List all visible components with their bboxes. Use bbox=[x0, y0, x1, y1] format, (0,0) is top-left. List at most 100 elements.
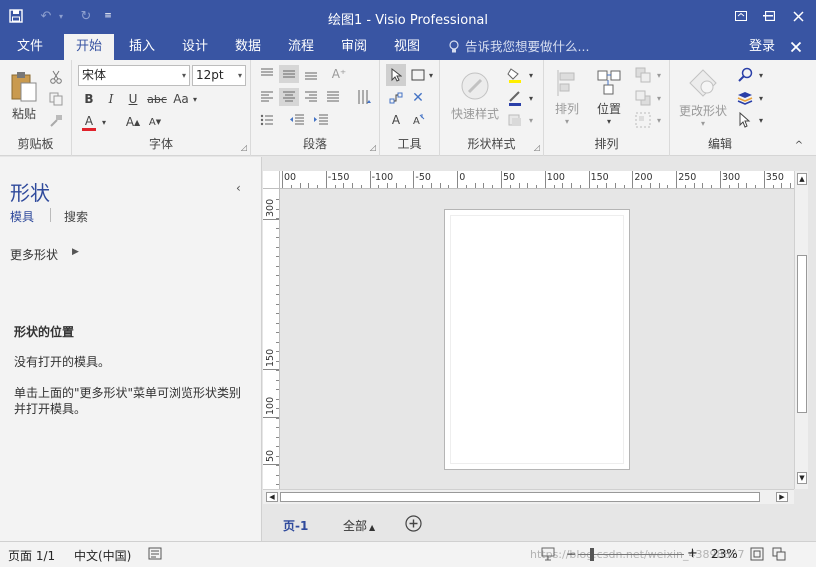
more-shapes-menu[interactable]: 更多形状 bbox=[10, 246, 58, 263]
font-size-select[interactable]: 12pt ▾ bbox=[192, 65, 246, 86]
pointer-tool-icon[interactable] bbox=[386, 64, 406, 86]
vertical-ruler[interactable]: 300150100500 bbox=[263, 189, 280, 489]
decrease-indent-icon[interactable] bbox=[287, 111, 307, 129]
switch-windows-icon[interactable] bbox=[772, 547, 786, 561]
collapse-ribbon-icon[interactable]: ^ bbox=[792, 138, 806, 152]
scroll-right-icon[interactable]: ▶ bbox=[776, 492, 788, 502]
bring-to-front-dropdown-icon[interactable]: ▾ bbox=[654, 65, 664, 85]
tab-home[interactable]: 开始 bbox=[64, 34, 114, 60]
shape-styles-dialog-launcher-icon[interactable]: ◿ bbox=[534, 143, 540, 152]
send-to-back-icon[interactable] bbox=[632, 88, 654, 108]
tell-me-box[interactable]: 告诉我您想要做什么... bbox=[465, 34, 589, 60]
language-status[interactable]: 中文(中国) bbox=[74, 547, 131, 564]
zoom-out-icon[interactable]: − bbox=[566, 547, 576, 561]
paragraph-dialog-launcher-icon[interactable]: ◿ bbox=[370, 143, 376, 152]
group-shapes-dropdown-icon[interactable]: ▾ bbox=[654, 110, 664, 130]
tab-insert[interactable]: 插入 bbox=[120, 34, 164, 60]
zoom-level[interactable]: 23% bbox=[711, 547, 738, 561]
connection-point-icon[interactable]: ✕ bbox=[408, 88, 428, 108]
tab-design[interactable]: 设计 bbox=[173, 34, 217, 60]
tab-search[interactable]: 搜索 bbox=[64, 208, 88, 225]
rectangle-tool-icon[interactable] bbox=[408, 66, 428, 84]
justify-icon[interactable] bbox=[323, 88, 343, 106]
layers-dropdown-icon[interactable]: ▾ bbox=[756, 88, 766, 108]
ribbon-display-options-icon[interactable] bbox=[728, 4, 754, 28]
effects-icon[interactable] bbox=[504, 110, 526, 130]
scroll-down-icon[interactable]: ▼ bbox=[797, 472, 807, 484]
change-shape-button[interactable]: 更改形状 ▾ bbox=[674, 64, 732, 130]
fill-icon[interactable] bbox=[504, 65, 526, 85]
horizontal-scrollbar[interactable]: ◀ ▶ bbox=[263, 489, 794, 504]
text-tool-button[interactable]: A bbox=[386, 110, 406, 130]
vertical-scroll-thumb[interactable] bbox=[797, 255, 807, 413]
line-icon[interactable] bbox=[504, 88, 526, 108]
fill-dropdown-icon[interactable]: ▾ bbox=[526, 65, 536, 85]
align-top-icon[interactable] bbox=[257, 65, 277, 83]
tab-view[interactable]: 视图 bbox=[385, 34, 429, 60]
change-case-button[interactable]: Aa bbox=[170, 89, 192, 109]
cut-icon[interactable] bbox=[44, 68, 68, 86]
bullets-icon[interactable] bbox=[257, 111, 277, 129]
zoom-in-icon[interactable]: + bbox=[687, 546, 698, 561]
scroll-left-icon[interactable]: ◀ bbox=[266, 492, 278, 502]
find-dropdown-icon[interactable]: ▾ bbox=[756, 65, 766, 85]
shrink-font-button[interactable]: A ▼ bbox=[146, 112, 164, 132]
italic-button[interactable]: I bbox=[102, 89, 120, 109]
layers-icon[interactable] bbox=[734, 88, 756, 108]
grow-font-button[interactable]: A ▲ bbox=[124, 112, 142, 132]
font-color-button[interactable]: A bbox=[80, 112, 98, 132]
group-shapes-icon[interactable] bbox=[632, 110, 654, 130]
tab-data[interactable]: 数据 bbox=[226, 34, 270, 60]
align-right-icon[interactable] bbox=[301, 88, 321, 106]
tab-process[interactable]: 流程 bbox=[279, 34, 323, 60]
zoom-slider-thumb[interactable] bbox=[590, 548, 594, 561]
tab-file[interactable]: 文件 bbox=[8, 34, 52, 60]
all-pages-menu[interactable]: 全部 ▲ bbox=[343, 517, 375, 534]
text-rotate-icon[interactable]: A⁺ bbox=[329, 65, 349, 83]
paste-button[interactable]: 粘贴 bbox=[6, 66, 42, 126]
rectangle-tool-dropdown-icon[interactable]: ▾ bbox=[426, 66, 436, 84]
increase-indent-icon[interactable] bbox=[311, 111, 331, 129]
sign-in-link[interactable]: 登录 bbox=[742, 34, 782, 60]
format-painter-icon[interactable] bbox=[44, 112, 68, 130]
page-tab-1[interactable]: 页-1 bbox=[283, 517, 308, 534]
add-page-icon[interactable] bbox=[405, 515, 422, 532]
font-color-dropdown-icon[interactable]: ▾ bbox=[99, 112, 109, 132]
effects-dropdown-icon[interactable]: ▾ bbox=[526, 110, 536, 130]
collapse-pane-icon[interactable]: ‹ bbox=[236, 181, 241, 195]
align-middle-icon[interactable] bbox=[279, 65, 299, 83]
bring-to-front-icon[interactable] bbox=[632, 65, 654, 85]
find-icon[interactable] bbox=[734, 65, 756, 85]
align-bottom-icon[interactable] bbox=[301, 65, 321, 83]
fit-page-icon[interactable] bbox=[750, 547, 764, 561]
align-center-icon[interactable] bbox=[279, 88, 299, 106]
scroll-up-icon[interactable]: ▲ bbox=[797, 173, 807, 185]
underline-button[interactable]: U bbox=[124, 89, 142, 109]
page-number-status[interactable]: 页面 1/1 bbox=[8, 547, 55, 564]
close-document-icon[interactable] bbox=[790, 41, 802, 53]
drawing-page[interactable] bbox=[444, 209, 630, 470]
restore-icon[interactable] bbox=[757, 4, 783, 28]
tab-review[interactable]: 审阅 bbox=[332, 34, 376, 60]
font-family-select[interactable]: 宋体 ▾ bbox=[78, 65, 190, 86]
change-case-dropdown-icon[interactable]: ▾ bbox=[190, 89, 200, 109]
close-window-icon[interactable] bbox=[785, 4, 811, 28]
connector-tool-icon[interactable] bbox=[386, 88, 406, 108]
line-dropdown-icon[interactable]: ▾ bbox=[526, 88, 536, 108]
macro-record-icon[interactable] bbox=[148, 547, 162, 560]
bold-button[interactable]: B bbox=[80, 89, 98, 109]
text-block-tool-icon[interactable]: A bbox=[408, 110, 428, 130]
position-button[interactable]: 位置 ▾ bbox=[590, 64, 628, 130]
align-shapes-button[interactable]: 排列 ▾ bbox=[548, 64, 586, 130]
text-direction-icon[interactable] bbox=[353, 84, 375, 110]
horizontal-ruler[interactable]: 00 -150 -100 -50 0 50 100 150 200 250 300 350 bbox=[280, 171, 794, 189]
copy-icon[interactable] bbox=[44, 90, 68, 108]
align-left-icon[interactable] bbox=[257, 88, 277, 106]
select-icon[interactable] bbox=[734, 110, 756, 130]
presentation-mode-icon[interactable] bbox=[541, 547, 555, 561]
more-shapes-arrow-icon[interactable]: ▶ bbox=[72, 247, 79, 257]
strikethrough-button[interactable]: abc bbox=[144, 89, 170, 109]
select-dropdown-icon[interactable]: ▾ bbox=[756, 110, 766, 130]
vertical-scrollbar[interactable]: ▲ ▼ bbox=[794, 171, 808, 489]
font-dialog-launcher-icon[interactable]: ◿ bbox=[241, 143, 247, 152]
